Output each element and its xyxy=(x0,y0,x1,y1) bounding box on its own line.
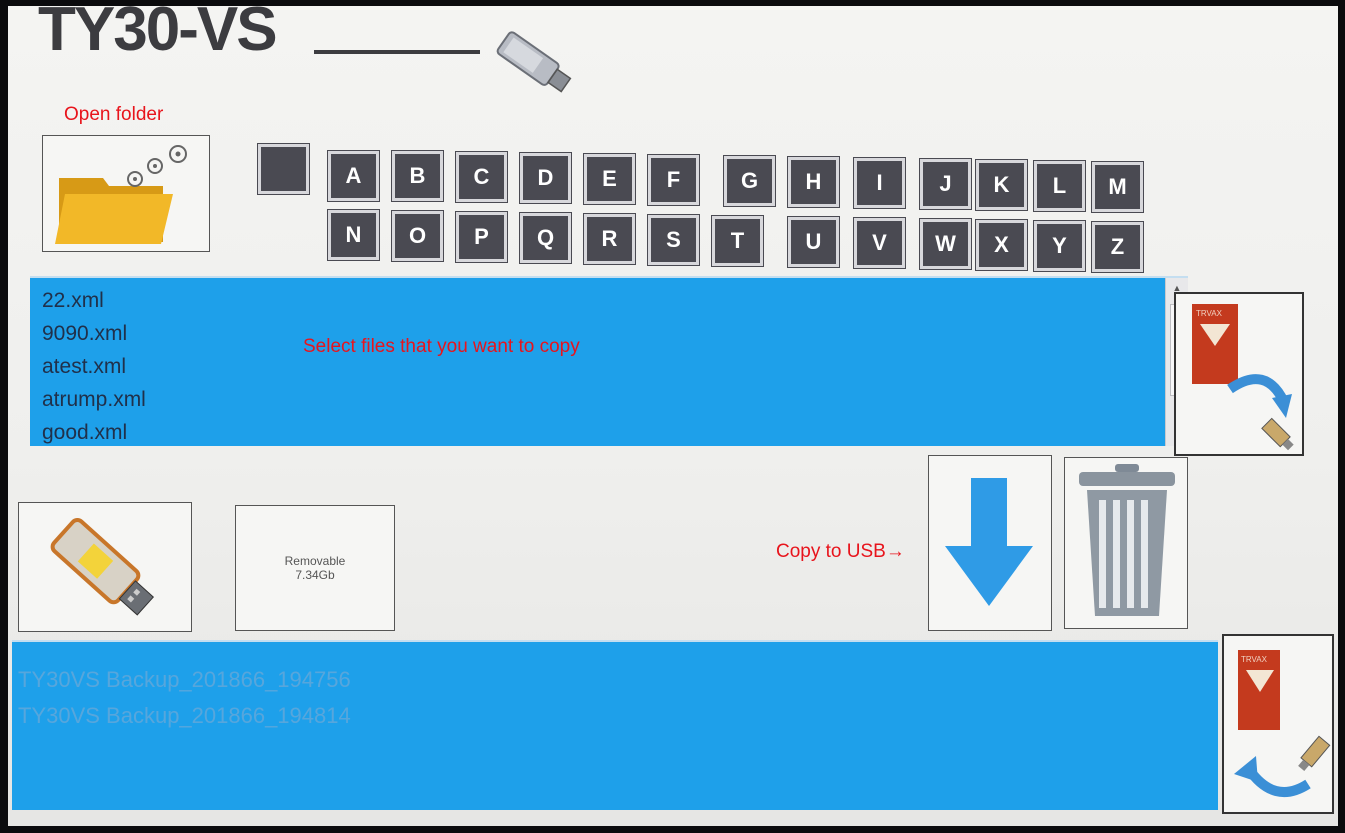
key-x[interactable]: X xyxy=(975,219,1028,271)
list-item[interactable]: 9090.xml xyxy=(42,317,1188,350)
key-l[interactable]: L xyxy=(1033,160,1086,212)
key-z[interactable]: Z xyxy=(1091,221,1144,273)
down-arrow-icon xyxy=(945,478,1033,606)
key-a[interactable]: A xyxy=(327,150,380,202)
list-item[interactable]: TY30VS Backup_201866_194756 xyxy=(18,662,1218,698)
key-j[interactable]: J xyxy=(919,158,972,210)
key-p[interactable]: P xyxy=(455,211,508,263)
key-g[interactable]: G xyxy=(723,155,776,207)
drive-label: Removable xyxy=(284,554,346,568)
copy-to-usb-annotation: Copy to USB→ xyxy=(776,541,905,562)
source-file-list[interactable]: 22.xml 9090.xml atest.xml atrump.xml goo… xyxy=(30,276,1188,446)
usb-drive-icon xyxy=(50,517,155,616)
device-to-usb-button[interactable]: TRVAX xyxy=(1174,292,1304,456)
key-r[interactable]: R xyxy=(583,213,636,265)
list-item[interactable]: atrump.xml xyxy=(42,383,1188,416)
removable-drive-info[interactable]: Removable 7.34Gb xyxy=(235,505,395,631)
list-item[interactable]: TY30VS Backup_201866_194814 xyxy=(18,698,1218,734)
list-item[interactable]: atest.xml xyxy=(42,350,1188,383)
key-d[interactable]: D xyxy=(519,152,572,204)
list-item[interactable]: 22.xml xyxy=(42,284,1188,317)
open-folder-button[interactable] xyxy=(42,135,210,252)
folder-icon xyxy=(55,145,187,244)
open-folder-annotation: Open folder xyxy=(64,104,164,125)
copy-to-usb-button[interactable] xyxy=(928,455,1052,631)
app-screen: TY30-VS Open folder A B C D E F G H I J … xyxy=(8,6,1338,826)
app-title: TY30-VS xyxy=(38,6,278,64)
key-i[interactable]: I xyxy=(853,157,906,209)
key-y[interactable]: Y xyxy=(1033,220,1086,272)
key-t[interactable]: T xyxy=(711,215,764,267)
select-files-annotation: Select files that you want to copy xyxy=(303,336,580,357)
key-c[interactable]: C xyxy=(455,151,508,203)
key-m[interactable]: M xyxy=(1091,161,1144,213)
key-s[interactable]: S xyxy=(647,214,700,266)
device-to-usb-icon: TRVAX xyxy=(1192,304,1294,451)
usb-stick-icon xyxy=(490,16,580,106)
delete-button[interactable] xyxy=(1064,457,1188,629)
usb-file-list[interactable]: TY30VS Backup_201866_194756 TY30VS Backu… xyxy=(12,640,1218,810)
usb-drive-button[interactable] xyxy=(18,502,192,632)
key-f[interactable]: F xyxy=(647,154,700,206)
usb-to-device-icon: TRVAX xyxy=(1234,650,1331,797)
svg-text:TRVAX: TRVAX xyxy=(1196,309,1223,318)
key-blank[interactable] xyxy=(257,143,310,195)
key-k[interactable]: K xyxy=(975,159,1028,211)
key-b[interactable]: B xyxy=(391,150,444,202)
key-e[interactable]: E xyxy=(583,153,636,205)
title-underline xyxy=(314,50,480,54)
key-h[interactable]: H xyxy=(787,156,840,208)
key-o[interactable]: O xyxy=(391,210,444,262)
key-u[interactable]: U xyxy=(787,216,840,268)
key-v[interactable]: V xyxy=(853,217,906,269)
list-item[interactable]: good.xml xyxy=(42,416,1188,449)
key-q[interactable]: Q xyxy=(519,212,572,264)
drive-size: 7.34Gb xyxy=(295,568,335,582)
svg-text:TRVAX: TRVAX xyxy=(1241,655,1268,664)
trash-icon xyxy=(1079,464,1175,616)
key-w[interactable]: W xyxy=(919,218,972,270)
usb-to-device-button[interactable]: TRVAX xyxy=(1222,634,1334,814)
key-n[interactable]: N xyxy=(327,209,380,261)
